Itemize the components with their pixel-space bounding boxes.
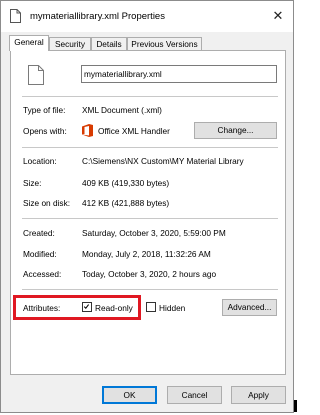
created-label: Created: bbox=[23, 228, 55, 238]
cancel-button[interactable]: Cancel bbox=[167, 386, 222, 404]
location-label: Location: bbox=[23, 156, 57, 166]
change-button[interactable]: Change... bbox=[194, 122, 277, 139]
divider bbox=[22, 289, 278, 290]
size-on-disk-value: 412 KB (421,888 bytes) bbox=[82, 198, 170, 208]
tab-security[interactable]: Security bbox=[49, 37, 91, 50]
apply-button[interactable]: Apply bbox=[231, 386, 286, 404]
title-bar: mymateriallibrary.xml Properties ✕ bbox=[1, 1, 293, 32]
cursor-mark bbox=[294, 400, 297, 412]
general-panel bbox=[10, 50, 286, 375]
accessed-label: Accessed: bbox=[23, 269, 62, 279]
accessed-value: Today, October 3, 2020, 2 hours ago bbox=[82, 269, 217, 279]
divider bbox=[22, 96, 278, 97]
annotation-highlight bbox=[13, 295, 141, 320]
properties-window: mymateriallibrary.xml Properties ✕ Gener… bbox=[0, 0, 294, 413]
type-value: XML Document (.xml) bbox=[82, 105, 162, 115]
hidden-label[interactable]: Hidden bbox=[159, 303, 185, 313]
file-icon bbox=[28, 65, 44, 85]
type-label: Type of file: bbox=[23, 105, 66, 115]
hidden-checkbox[interactable] bbox=[146, 302, 156, 312]
divider bbox=[22, 218, 278, 219]
opens-with-label: Opens with: bbox=[23, 126, 67, 136]
tab-previous-versions[interactable]: Previous Versions bbox=[127, 37, 202, 50]
size-label: Size: bbox=[23, 178, 42, 188]
close-button[interactable]: ✕ bbox=[269, 7, 287, 25]
office-icon bbox=[82, 124, 93, 137]
document-icon bbox=[10, 9, 21, 23]
advanced-button[interactable]: Advanced... bbox=[222, 299, 277, 316]
file-name-field[interactable]: mymateriallibrary.xml bbox=[81, 65, 277, 83]
created-value: Saturday, October 3, 2020, 5:59:00 PM bbox=[82, 228, 226, 238]
location-value: C:\Siemens\NX Custom\MY Material Library bbox=[82, 156, 244, 166]
divider bbox=[22, 147, 278, 148]
opens-with-value: Office XML Handler bbox=[98, 126, 170, 136]
modified-value: Monday, July 2, 2018, 11:32:26 AM bbox=[82, 249, 211, 259]
window-title: mymateriallibrary.xml Properties bbox=[30, 11, 165, 22]
modified-label: Modified: bbox=[23, 249, 57, 259]
tab-details[interactable]: Details bbox=[91, 37, 127, 50]
size-on-disk-label: Size on disk: bbox=[23, 198, 71, 208]
size-value: 409 KB (419,330 bytes) bbox=[82, 178, 170, 188]
ok-button[interactable]: OK bbox=[102, 386, 157, 404]
tab-general[interactable]: General bbox=[9, 35, 49, 51]
close-icon: ✕ bbox=[272, 8, 284, 23]
